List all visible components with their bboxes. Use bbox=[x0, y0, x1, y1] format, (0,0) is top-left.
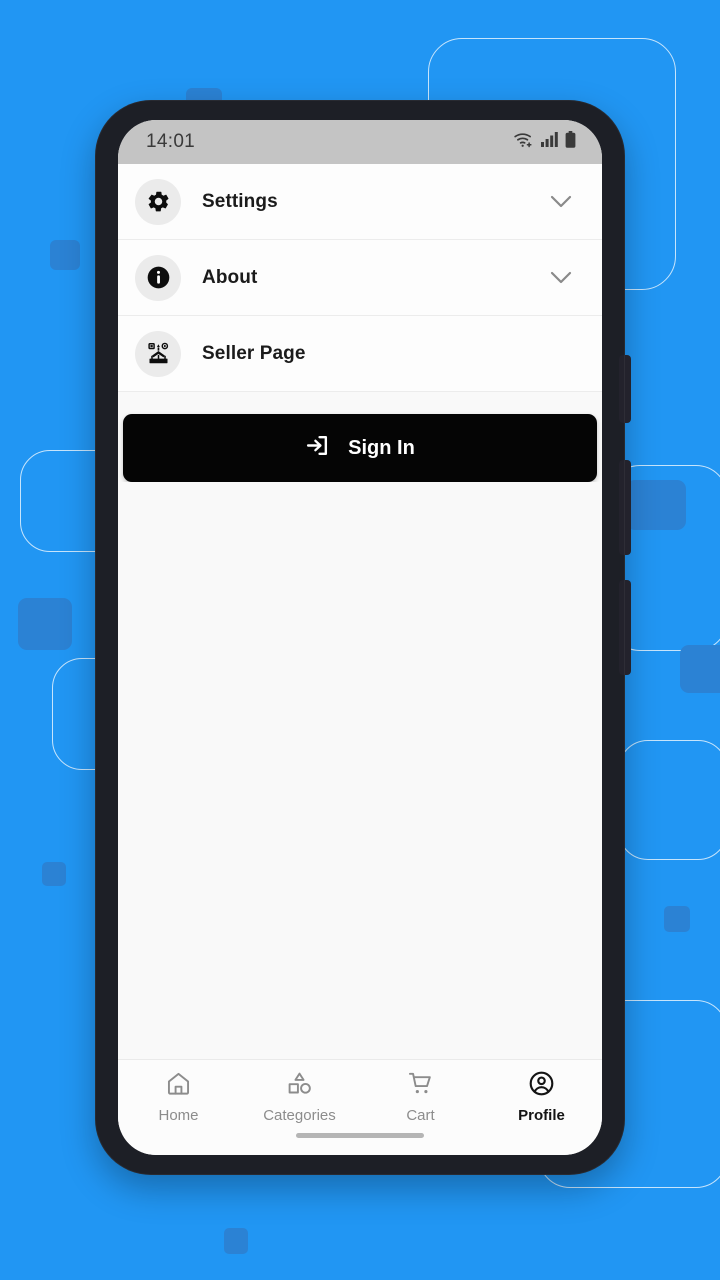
store-analytics-icon bbox=[135, 330, 181, 377]
home-indicator[interactable] bbox=[296, 1133, 424, 1138]
home-indicator-area bbox=[118, 1133, 602, 1155]
sign-in-label: Sign In bbox=[348, 436, 415, 459]
status-bar: 14:01 bbox=[118, 120, 602, 164]
content-empty-area bbox=[118, 482, 602, 1059]
menu-item-seller-page[interactable]: Seller Page bbox=[118, 316, 602, 392]
nav-item-label: Home bbox=[158, 1106, 199, 1124]
menu-item-label: About bbox=[202, 266, 258, 288]
phone-button-volume-up bbox=[619, 460, 631, 555]
nav-item-categories[interactable]: Categories bbox=[239, 1070, 360, 1124]
background-shape-outline bbox=[618, 740, 720, 860]
chevron-down-icon[interactable] bbox=[550, 271, 572, 284]
sign-in-section: Sign In bbox=[118, 392, 602, 482]
phone-button-power bbox=[619, 580, 631, 675]
background-shape-fill bbox=[18, 598, 72, 650]
phone-mockup: 14:01 Settings About Seller Page Sign In… bbox=[95, 100, 631, 1175]
gear-icon bbox=[135, 178, 181, 225]
status-bar-clock: 14:01 bbox=[146, 131, 196, 152]
background-shape-fill bbox=[680, 645, 720, 693]
login-arrow-icon bbox=[305, 433, 330, 464]
background-shape-fill bbox=[664, 906, 690, 932]
background-shape-fill bbox=[224, 1228, 248, 1254]
phone-button-silent bbox=[619, 355, 631, 423]
person-circle-icon bbox=[528, 1070, 555, 1102]
wifi-icon bbox=[513, 131, 534, 153]
chevron-down-icon[interactable] bbox=[550, 195, 572, 208]
menu-item-label: Settings bbox=[202, 190, 278, 212]
menu-item-about[interactable]: About bbox=[118, 240, 602, 316]
nav-item-home[interactable]: Home bbox=[118, 1070, 239, 1124]
home-icon bbox=[165, 1070, 192, 1102]
sign-in-button[interactable]: Sign In bbox=[123, 414, 597, 482]
menu-item-settings[interactable]: Settings bbox=[118, 164, 602, 240]
info-icon bbox=[135, 254, 181, 301]
cellular-signal-icon bbox=[541, 132, 558, 152]
battery-icon bbox=[565, 131, 576, 153]
bottom-navigation-bar: Home Categories Cart Profile bbox=[118, 1059, 602, 1133]
cart-icon bbox=[407, 1070, 434, 1102]
phone-screen: 14:01 Settings About Seller Page Sign In… bbox=[118, 120, 602, 1155]
nav-item-label: Categories bbox=[263, 1106, 336, 1124]
nav-item-label: Cart bbox=[406, 1106, 435, 1124]
background-shape-fill bbox=[50, 240, 80, 270]
status-bar-icons bbox=[513, 131, 576, 153]
menu-item-label: Seller Page bbox=[202, 342, 306, 364]
background-shape-fill bbox=[42, 862, 66, 886]
menu-list: Settings About Seller Page bbox=[118, 164, 602, 392]
background-shape-fill bbox=[626, 480, 686, 530]
nav-item-label: Profile bbox=[518, 1106, 565, 1124]
shapes-icon bbox=[286, 1070, 313, 1102]
nav-item-profile[interactable]: Profile bbox=[481, 1070, 602, 1124]
nav-item-cart[interactable]: Cart bbox=[360, 1070, 481, 1124]
